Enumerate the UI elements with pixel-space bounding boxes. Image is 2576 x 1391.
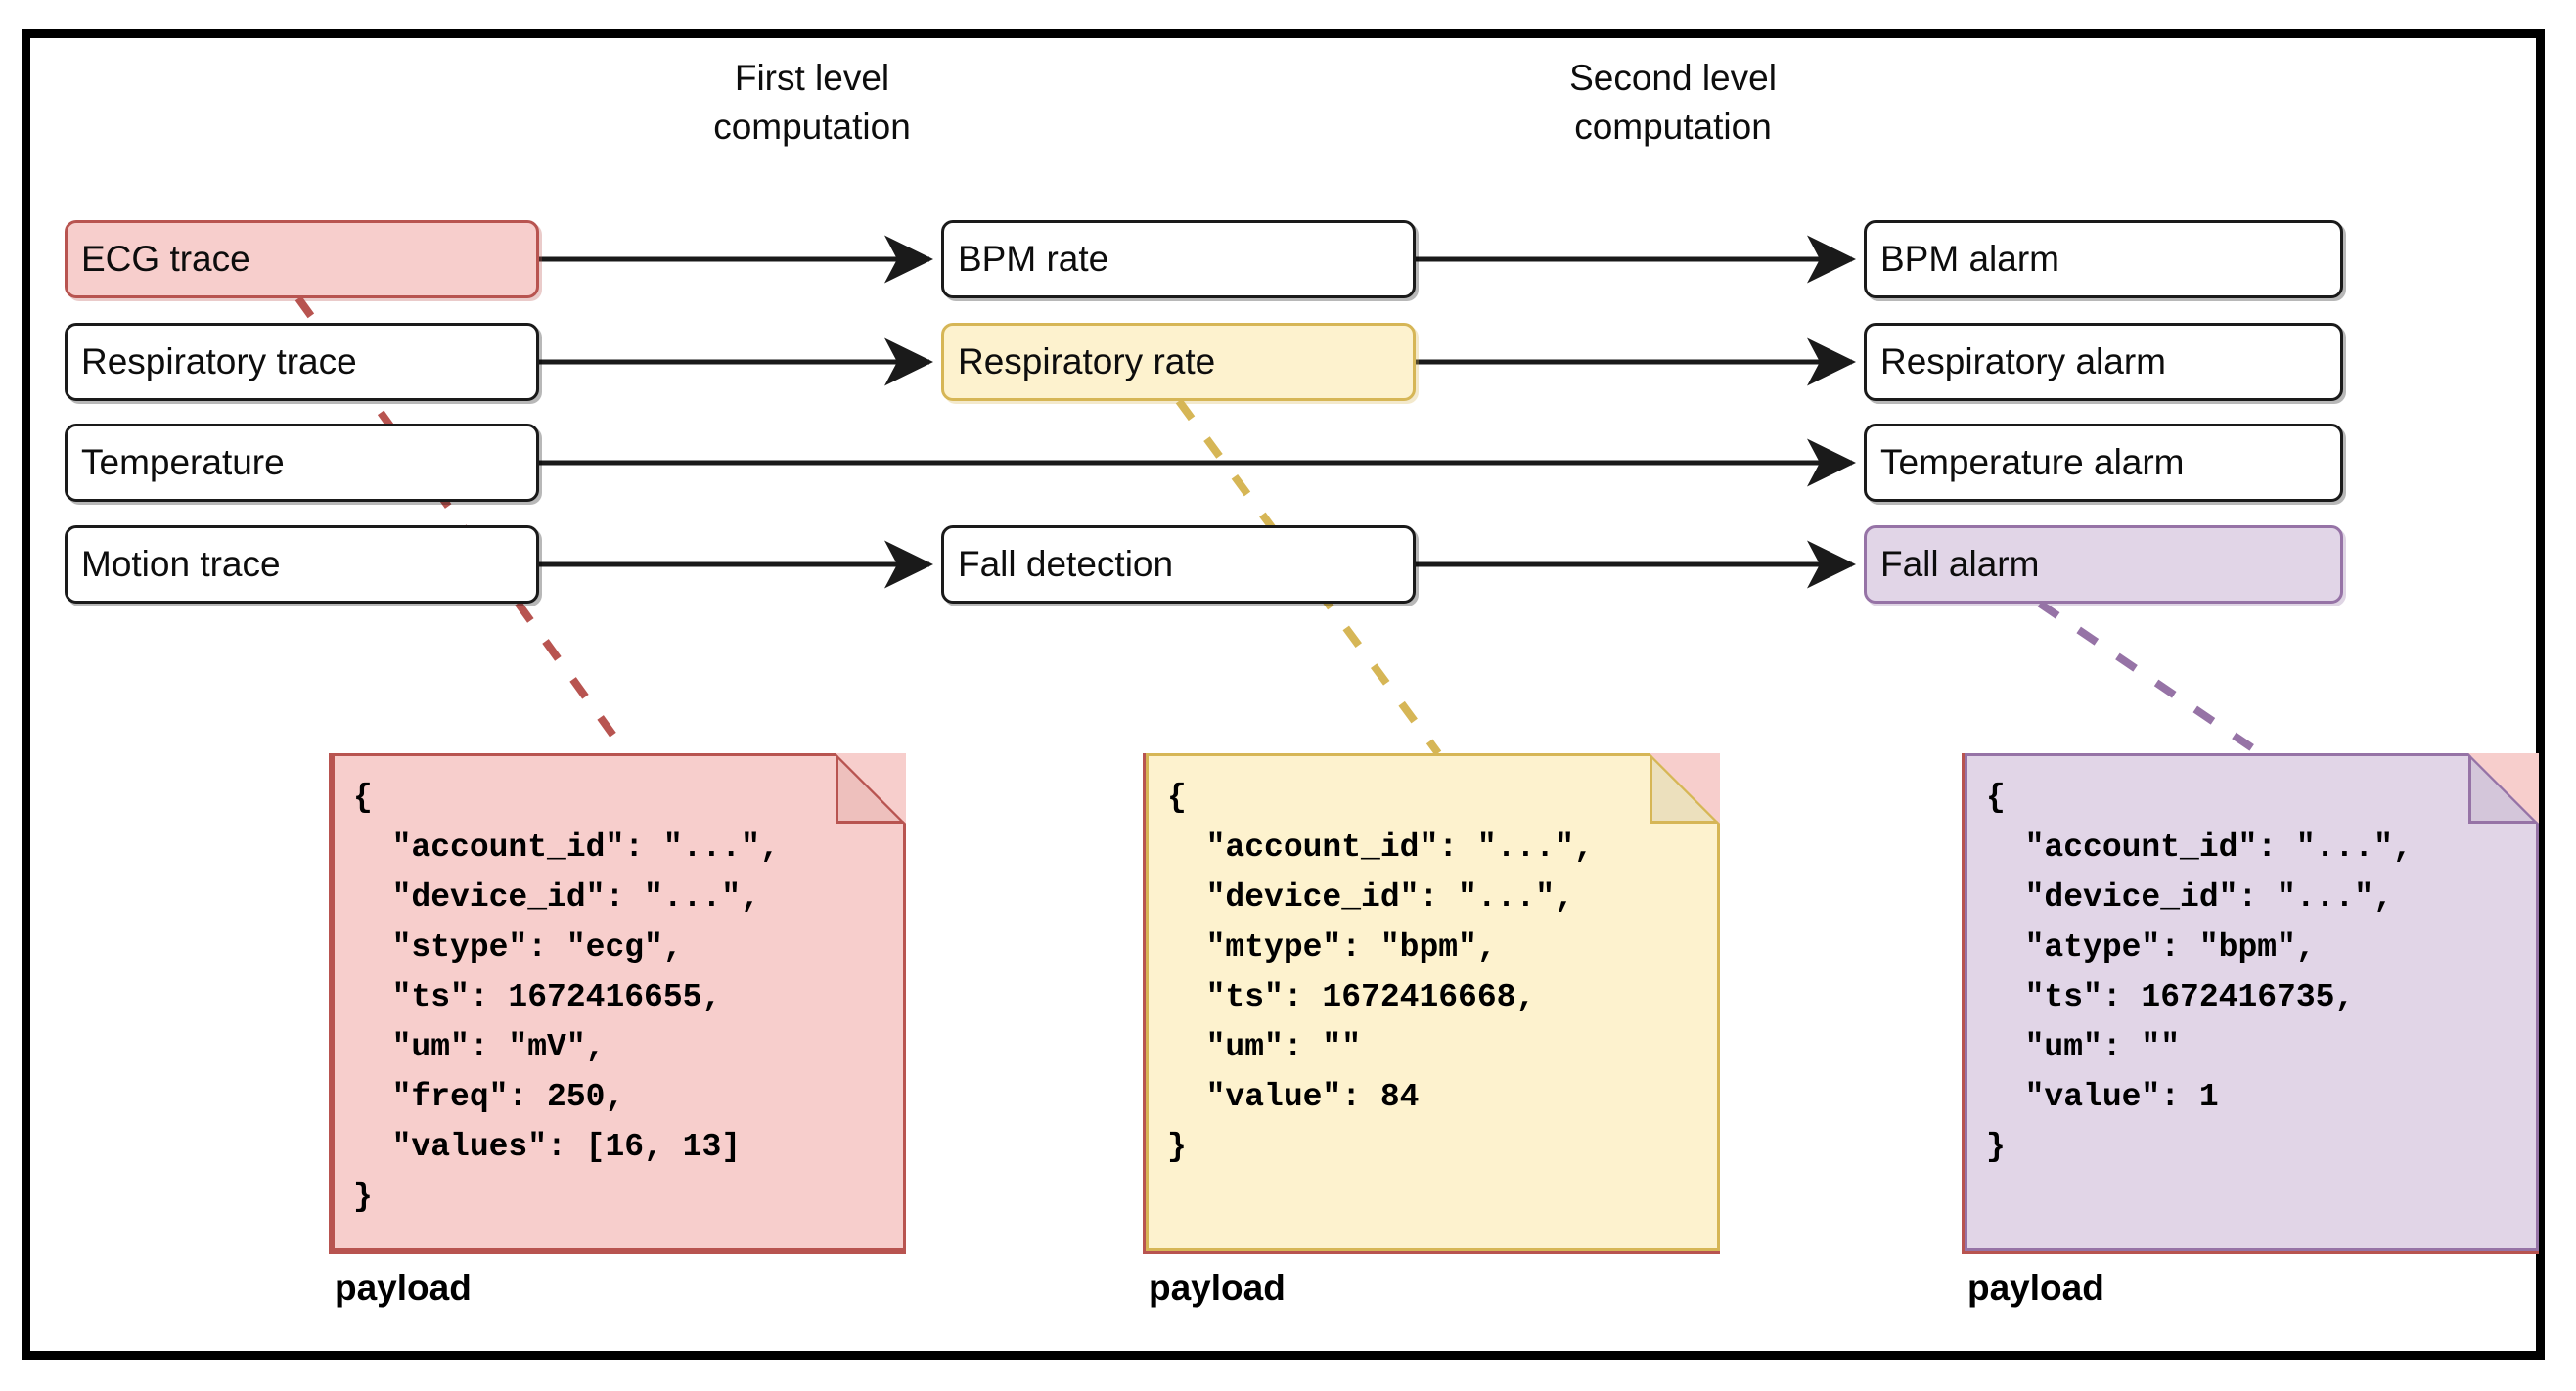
node-respiratory-alarm[interactable]: Respiratory alarm [1864,323,2343,401]
node-label: BPM alarm [1880,239,2059,279]
node-respiratory-trace[interactable]: Respiratory trace [65,323,539,401]
note-card: { "account_id": "...", "device_id": "...… [1962,753,2539,1254]
node-label: ECG trace [81,239,250,279]
payload-note-bpm-measure: { "account_id": "...", "device_id": "...… [1143,753,1720,1308]
node-bpm-alarm[interactable]: BPM alarm [1864,220,2343,298]
payload-caption: payload [1149,1268,1286,1308]
heading-second-level-computation: Second level computation [1569,58,1777,147]
node-label: Respiratory alarm [1880,341,2166,381]
node-label: Motion trace [81,544,281,584]
diagram-canvas: First level computation Second level com… [0,0,2576,1391]
node-fall-detection[interactable]: Fall detection [941,525,1416,604]
node-bpm-rate[interactable]: BPM rate [941,220,1416,298]
node-temperature-alarm[interactable]: Temperature alarm [1864,424,2343,502]
node-motion-trace[interactable]: Motion trace [65,525,539,604]
payload-json: { "account_id": "...", "device_id": "...… [1167,780,1594,1165]
payload-json: { "account_id": "...", "device_id": "...… [1986,780,2413,1165]
node-label: Respiratory trace [81,341,357,381]
payload-caption: payload [335,1268,472,1308]
node-label: Temperature alarm [1880,442,2185,482]
node-temperature[interactable]: Temperature [65,424,539,502]
node-ecg-trace[interactable]: ECG trace [65,220,539,298]
note-card: { "account_id": "...", "device_id": "...… [1143,753,1720,1254]
node-label: Fall alarm [1880,544,2040,584]
node-label: Respiratory rate [958,341,1216,381]
payload-json: { "account_id": "...", "device_id": "...… [353,780,780,1215]
node-label: Fall detection [958,544,1174,584]
note-card: { "account_id": "...", "device_id": "...… [329,753,906,1254]
payload-note-ecg: { "account_id": "...", "device_id": "...… [329,753,906,1308]
node-label: BPM rate [958,239,1109,279]
heading-first-level-computation: First level computation [713,58,911,147]
node-fall-alarm[interactable]: Fall alarm [1864,525,2343,604]
node-label: Temperature [81,442,285,482]
payload-note-bpm-alarm: { "account_id": "...", "device_id": "...… [1962,753,2539,1308]
payload-caption: payload [1967,1268,2104,1308]
node-respiratory-rate[interactable]: Respiratory rate [941,323,1416,401]
